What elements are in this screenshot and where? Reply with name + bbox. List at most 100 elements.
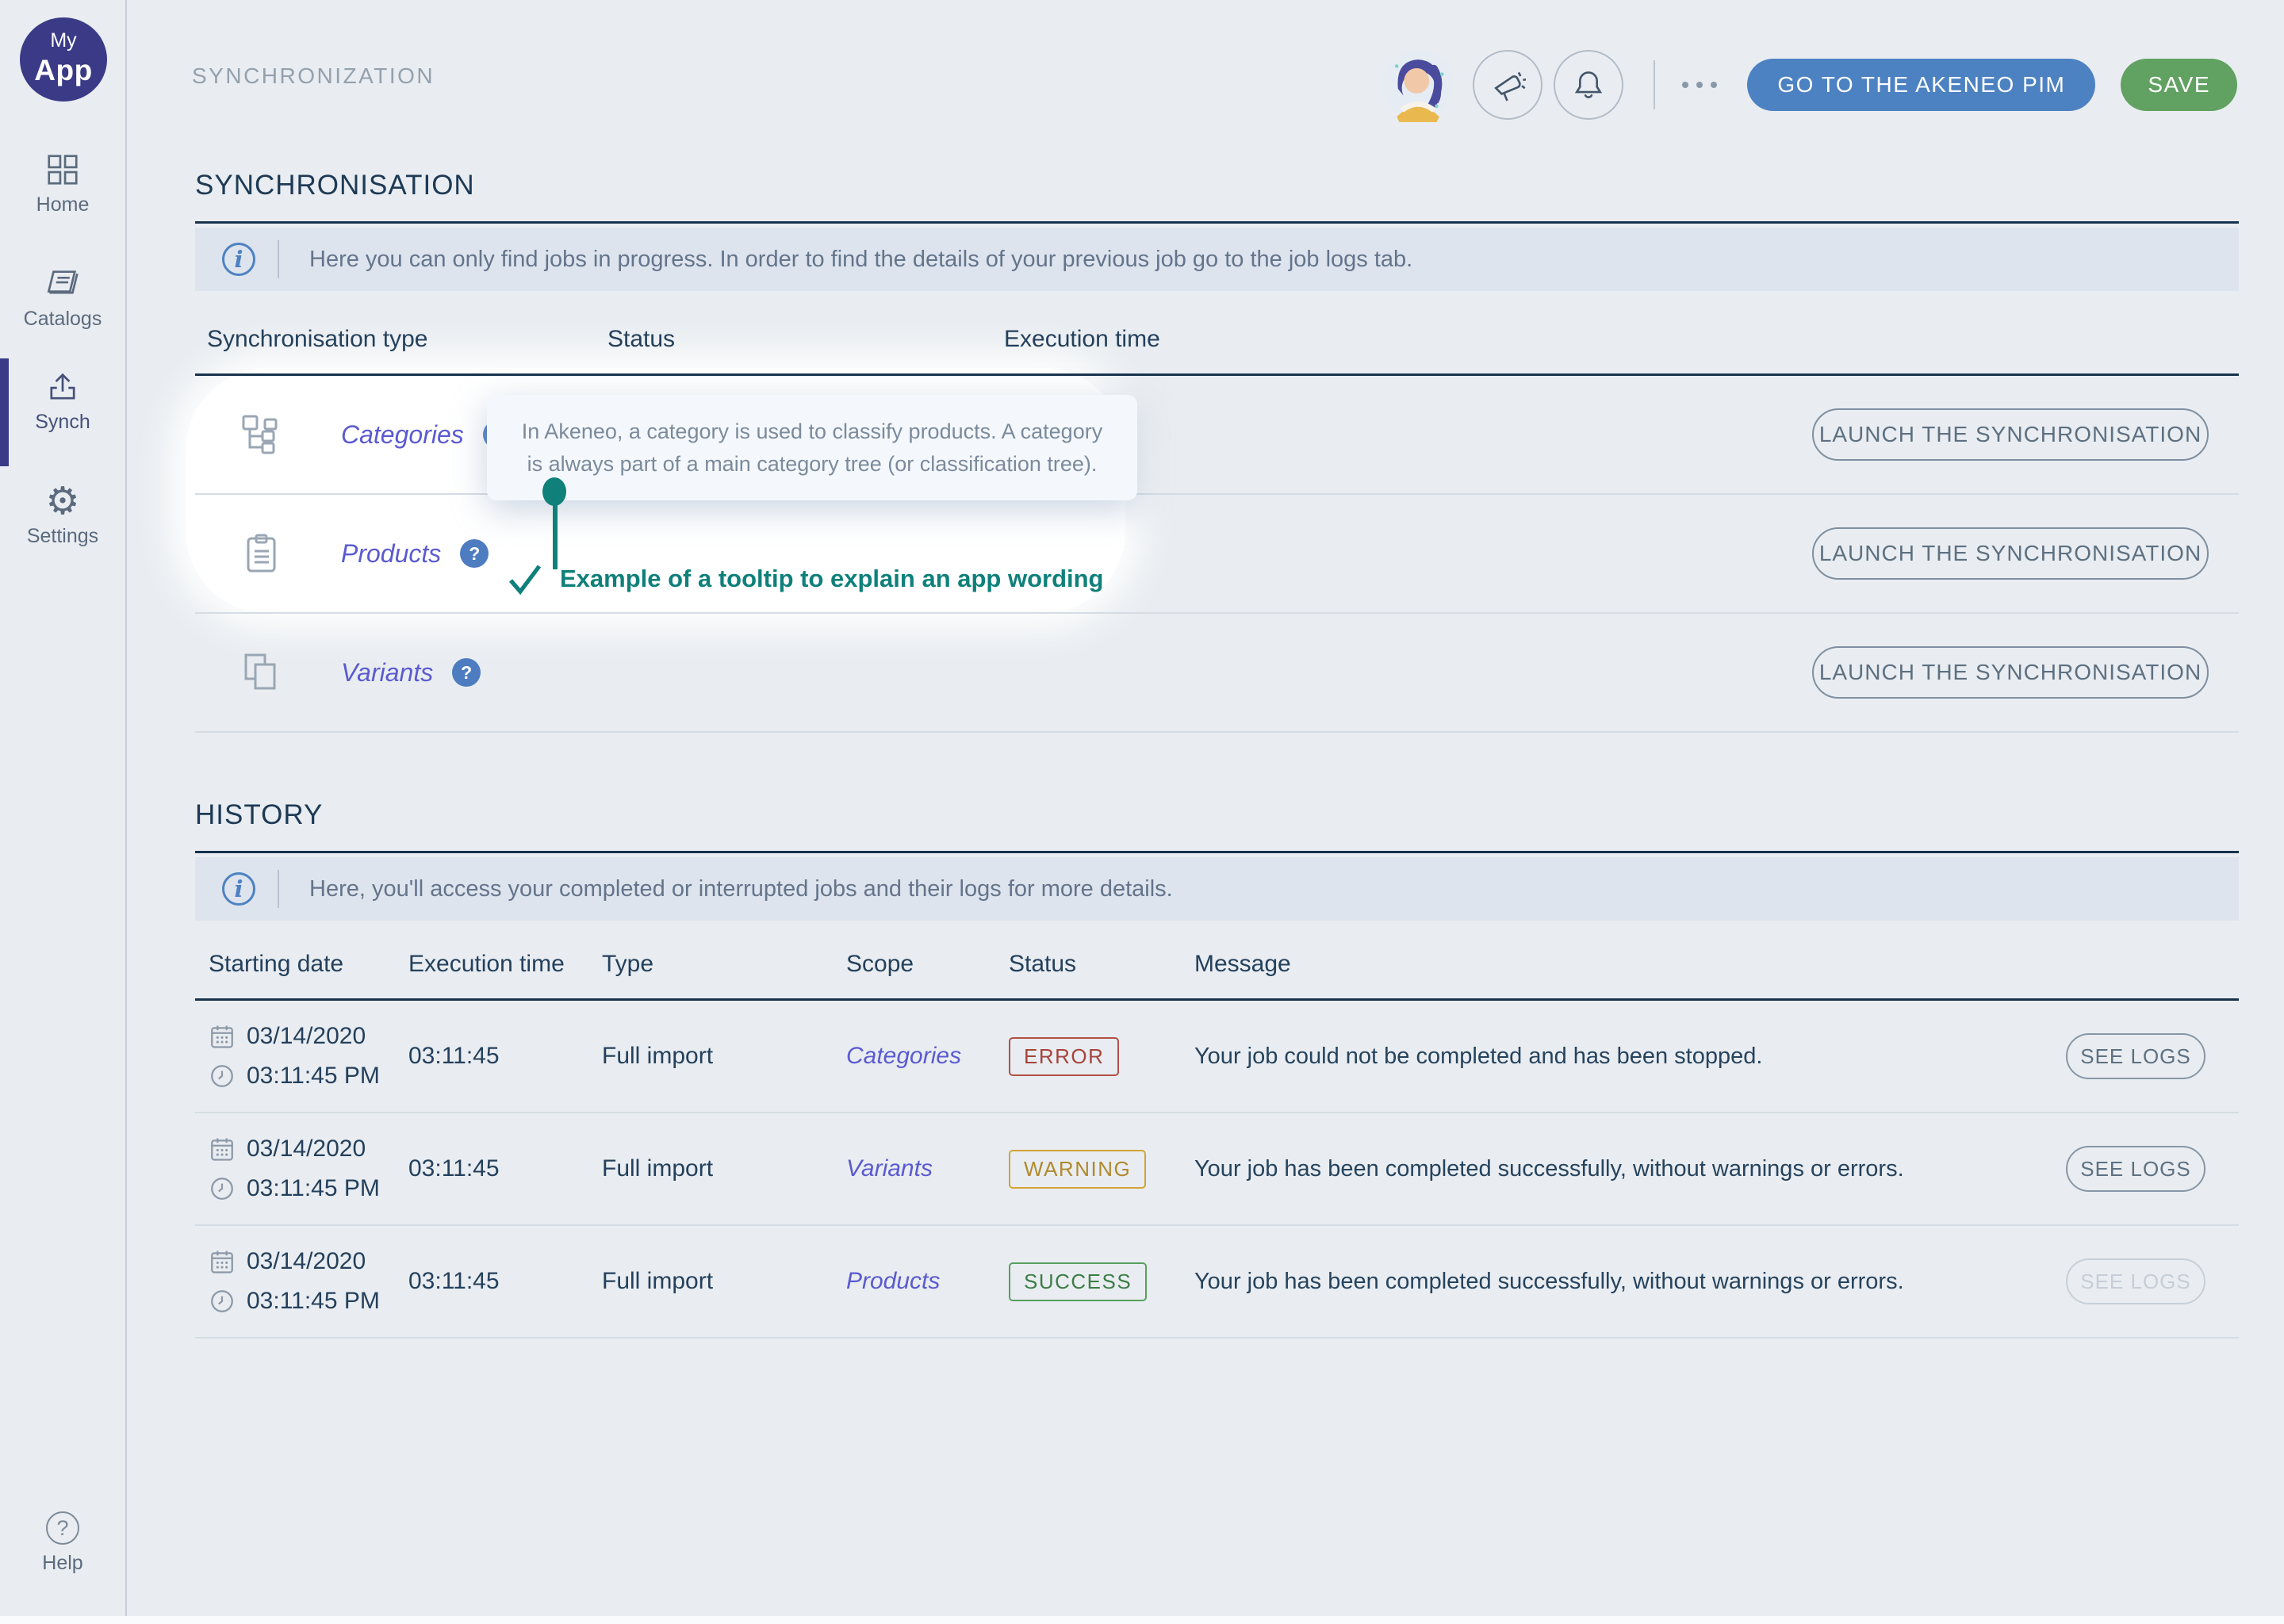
clock-icon (209, 1063, 236, 1090)
more-options-ellipsis[interactable] (1682, 82, 1717, 88)
status-badge: ERROR (1009, 1037, 1119, 1076)
sidebar-item-settings[interactable]: ⚙ Settings (0, 482, 125, 548)
tooltip-annotation: Example of a tooltip to explain an app w… (506, 560, 1104, 598)
scope-link[interactable]: Categories (846, 1043, 1009, 1070)
sidebar-item-synch[interactable]: Synch (0, 368, 125, 434)
synch-upload-icon (0, 368, 125, 406)
clock-icon (209, 1288, 236, 1315)
column-header: Starting date (209, 951, 408, 978)
history-info-banner: i Here, you'll access your completed or … (195, 857, 2239, 921)
see-logs-button[interactable]: SEE LOGS (2066, 1146, 2205, 1192)
status-badge: WARNING (1009, 1150, 1146, 1189)
variants-copies-icon (240, 650, 284, 695)
save-button[interactable]: SAVE (2121, 59, 2237, 111)
starting-date-cell: 03/14/2020 03:11:45 PM (209, 1248, 408, 1315)
sync-type-link[interactable]: Categories (341, 420, 464, 450)
column-header: Synchronisation type (195, 326, 607, 353)
category-tree-icon (240, 412, 284, 457)
sync-section-title: SYNCHRONISATION (195, 170, 2239, 201)
execution-time-value: 03:11:45 (408, 1155, 602, 1182)
products-clipboard-icon (240, 531, 284, 576)
history-row: 03/14/2020 03:11:45 PM 03:11:45 Full imp… (195, 1226, 2239, 1339)
clock-icon (209, 1175, 236, 1202)
sidebar-item-label: Home (0, 193, 125, 216)
info-icon: i (222, 243, 255, 276)
message-text: Your job has been completed successfully… (1194, 1269, 2067, 1295)
section-rule (195, 221, 2239, 224)
help-badge[interactable]: ? (452, 658, 481, 687)
history-info-text: Here, you'll access your completed or in… (309, 876, 1173, 902)
date-value: 03/14/2020 (247, 1023, 366, 1050)
status-badge: SUCCESS (1009, 1262, 1147, 1301)
active-nav-indicator (0, 358, 9, 466)
message-text: Your job could not be completed and has … (1194, 1044, 2067, 1070)
execution-time-value: 03:11:45 (408, 1043, 602, 1070)
bottom-strip (0, 1616, 2284, 1624)
sidebar-item-label: Help (0, 1552, 125, 1575)
checkmark-icon (506, 560, 544, 598)
column-header: Type (602, 951, 846, 978)
catalogs-book-icon (0, 265, 125, 303)
sync-type-link[interactable]: Products (341, 539, 441, 569)
tooltip-annotation-text: Example of a tooltip to explain an app w… (560, 565, 1104, 593)
sync-table-body: Categories ? LAUNCH THE SYNCHRONISATION … (195, 376, 2239, 733)
starting-date-cell: 03/14/2020 03:11:45 PM (209, 1136, 408, 1202)
banner-divider (278, 870, 279, 908)
column-header: Status (1009, 951, 1194, 978)
topbar-divider (1654, 60, 1655, 109)
breadcrumb: SYNCHRONIZATION (192, 63, 435, 89)
tooltip-bubble: In Akeneo, a category is used to classif… (487, 395, 1137, 500)
sync-info-banner: i Here you can only find jobs in progres… (195, 228, 2239, 291)
calendar-icon (209, 1023, 236, 1050)
type-value: Full import (602, 1043, 846, 1070)
type-value: Full import (602, 1268, 846, 1295)
megaphone-icon (1489, 67, 1526, 103)
calendar-icon (209, 1248, 236, 1275)
time-value: 03:11:45 PM (247, 1063, 380, 1090)
launch-sync-button[interactable]: LAUNCH THE SYNCHRONISATION (1812, 527, 2209, 580)
starting-date-cell: 03/14/2020 03:11:45 PM (209, 1023, 408, 1090)
bell-icon (1570, 67, 1607, 103)
go-to-pim-button[interactable]: GO TO THE AKENEO PIM (1747, 59, 2095, 111)
help-badge[interactable]: ? (460, 539, 489, 568)
time-value: 03:11:45 PM (247, 1175, 380, 1202)
type-value: Full import (602, 1155, 846, 1182)
sync-section: SYNCHRONISATION i Here you can only find… (195, 170, 2239, 733)
sync-info-text: Here you can only find jobs in progress.… (309, 247, 1412, 273)
column-header: Status (607, 326, 1004, 353)
sidebar-item-help[interactable]: ? Help (0, 1509, 125, 1575)
info-icon: i (222, 872, 255, 906)
announcements-button[interactable] (1473, 50, 1542, 120)
main-content: SYNCHRONIZATION (128, 0, 2284, 1624)
column-header: Execution time (1004, 326, 1811, 353)
app-window: My App Home Catalogs Synch ⚙ Settin (0, 0, 2284, 1624)
date-value: 03/14/2020 (247, 1248, 366, 1275)
scope-link[interactable]: Variants (846, 1155, 1009, 1182)
sync-type-link[interactable]: Variants (341, 658, 433, 688)
avatar[interactable] (1381, 48, 1455, 122)
sidebar: My App Home Catalogs Synch ⚙ Settin (0, 0, 127, 1624)
see-logs-button[interactable]: SEE LOGS (2066, 1033, 2205, 1079)
column-header: Execution time (408, 951, 602, 978)
see-logs-button-disabled[interactable]: SEE LOGS (2066, 1258, 2205, 1304)
launch-sync-button[interactable]: LAUNCH THE SYNCHRONISATION (1812, 646, 2209, 699)
launch-sync-button[interactable]: LAUNCH THE SYNCHRONISATION (1812, 408, 2209, 461)
logo-text-top: My (20, 29, 107, 52)
sync-table-header: Synchronisation type Status Execution ti… (195, 291, 2239, 376)
history-row: 03/14/2020 03:11:45 PM 03:11:45 Full imp… (195, 1001, 2239, 1113)
topbar-actions: GO TO THE AKENEO PIM SAVE (1381, 59, 2237, 111)
help-question-icon: ? (0, 1509, 125, 1547)
sync-row-products: Products ? LAUNCH THE SYNCHRONISATION (195, 495, 2239, 614)
app-logo: My App (20, 17, 107, 102)
sidebar-item-catalogs[interactable]: Catalogs (0, 265, 125, 331)
settings-gear-icon: ⚙ (0, 482, 125, 520)
scope-link[interactable]: Products (846, 1268, 1009, 1295)
history-section: HISTORY i Here, you'll access your compl… (195, 799, 2239, 1339)
sidebar-item-label: Catalogs (0, 308, 125, 331)
date-value: 03/14/2020 (247, 1136, 366, 1162)
tooltip-pointer-dot (542, 477, 566, 506)
notifications-button[interactable] (1554, 50, 1623, 120)
history-row: 03/14/2020 03:11:45 PM 03:11:45 Full imp… (195, 1113, 2239, 1226)
sidebar-item-home[interactable]: Home (0, 151, 125, 216)
banner-divider (278, 240, 279, 278)
